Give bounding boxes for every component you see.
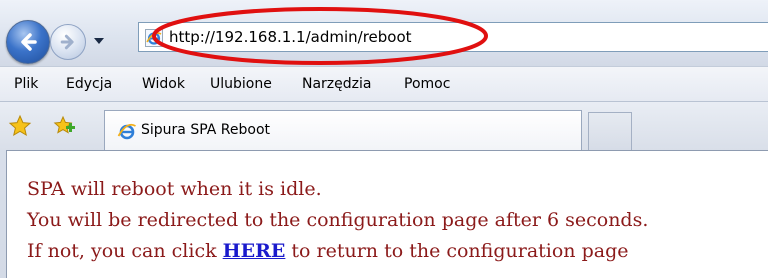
address-url[interactable]: http://192.168.1.1/admin/reboot	[169, 28, 412, 46]
forward-button[interactable]	[50, 24, 86, 60]
ie-logo-icon	[145, 29, 163, 47]
new-tab-button[interactable]	[588, 112, 632, 150]
menu-favorites[interactable]: Ulubione	[210, 76, 272, 92]
tab-bar: Sipura SPA Reboot	[0, 102, 768, 150]
redirect-message: You will be redirected to the configurat…	[27, 209, 649, 231]
menu-tools[interactable]: Narzędzia	[302, 76, 371, 92]
navigation-bar: http://192.168.1.1/admin/reboot	[0, 0, 768, 66]
menu-edit[interactable]: Edycja	[66, 76, 112, 92]
menu-bar: Plik Edycja Widok Ulubione Narzędzia Pom…	[0, 66, 768, 102]
tab-title: Sipura SPA Reboot	[141, 122, 271, 138]
fallback-message: If not, you can click HERE to return to …	[27, 240, 628, 262]
menu-view[interactable]: Widok	[142, 76, 185, 92]
tab-sipura-reboot[interactable]: Sipura SPA Reboot	[104, 110, 582, 150]
address-bar[interactable]: http://192.168.1.1/admin/reboot	[138, 22, 768, 52]
ie-logo-icon	[117, 123, 136, 140]
browser-window: http://192.168.1.1/admin/reboot Plik Edy…	[0, 0, 768, 278]
fallback-text-after: to return to the configuration page	[285, 240, 629, 262]
favorites-star-icon[interactable]	[8, 114, 32, 138]
forward-arrow-icon	[60, 34, 74, 50]
back-arrow-icon	[21, 33, 37, 51]
menu-file[interactable]: Plik	[14, 76, 38, 92]
chevron-down-icon[interactable]	[92, 34, 106, 48]
back-button[interactable]	[6, 20, 50, 64]
add-favorite-icon[interactable]	[52, 114, 76, 138]
fallback-text-before: If not, you can click	[27, 240, 223, 262]
page-content: SPA will reboot when it is idle. You wil…	[6, 150, 768, 278]
reboot-message: SPA will reboot when it is idle.	[27, 178, 322, 200]
menu-help[interactable]: Pomoc	[404, 76, 450, 92]
here-link[interactable]: HERE	[223, 240, 286, 262]
